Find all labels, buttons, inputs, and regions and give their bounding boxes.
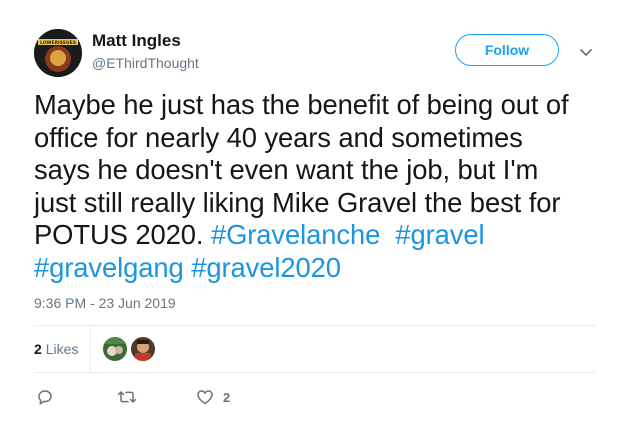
likes-count[interactable]: 2 Likes	[34, 341, 78, 357]
tweet-line: office for nearly 40 years and sometimes	[34, 121, 523, 153]
retweet-button[interactable]	[117, 387, 137, 407]
tweet-timestamp[interactable]: 9:36 PM - 23 Jun 2019	[34, 295, 176, 311]
avatar-logo-text: LOWERISSUES	[40, 40, 76, 46]
display-name[interactable]: Matt Ingles	[92, 31, 181, 51]
reply-icon	[36, 388, 54, 406]
user-handle[interactable]: @EThirdThought	[92, 55, 199, 71]
liker-avatar[interactable]	[103, 337, 127, 361]
divider	[34, 325, 596, 326]
chevron-down-icon[interactable]	[578, 44, 594, 60]
tweet-line: #gravelgang #gravel2020	[34, 252, 604, 285]
likes-label: Likes	[45, 341, 79, 357]
hashtag-link[interactable]: #gravel	[395, 219, 484, 250]
tweet-text: Maybe he just has the benefit of being o…	[34, 89, 604, 284]
heart-icon	[196, 388, 214, 406]
tweet-line: says he doesn't even want the job, but I…	[34, 154, 539, 185]
likes-number: 2	[34, 341, 42, 357]
tweet-line: POTUS 2020. #Gravelanche #gravel	[34, 219, 604, 252]
reply-button[interactable]	[36, 387, 54, 407]
follow-button[interactable]: Follow	[455, 34, 559, 66]
tweet-text-fragment: POTUS 2020.	[34, 219, 204, 250]
like-count: 2	[223, 389, 231, 405]
tweet-line: just still really liking Mike Gravel the…	[34, 186, 561, 218]
retweet-icon	[117, 388, 137, 406]
like-button[interactable]: 2	[196, 387, 230, 407]
liker-avatar[interactable]	[131, 337, 155, 361]
avatar-image: LOWERISSUES	[34, 29, 82, 77]
hashtag-link[interactable]: #gravel2020	[191, 252, 341, 283]
divider	[34, 372, 596, 373]
tweet-line: Maybe he just has the benefit of being o…	[34, 89, 569, 120]
hashtag-link[interactable]: #gravelgang	[34, 252, 184, 283]
hashtag-link[interactable]: #Gravelanche	[211, 219, 380, 250]
divider	[90, 326, 91, 372]
avatar[interactable]: LOWERISSUES	[34, 29, 82, 77]
